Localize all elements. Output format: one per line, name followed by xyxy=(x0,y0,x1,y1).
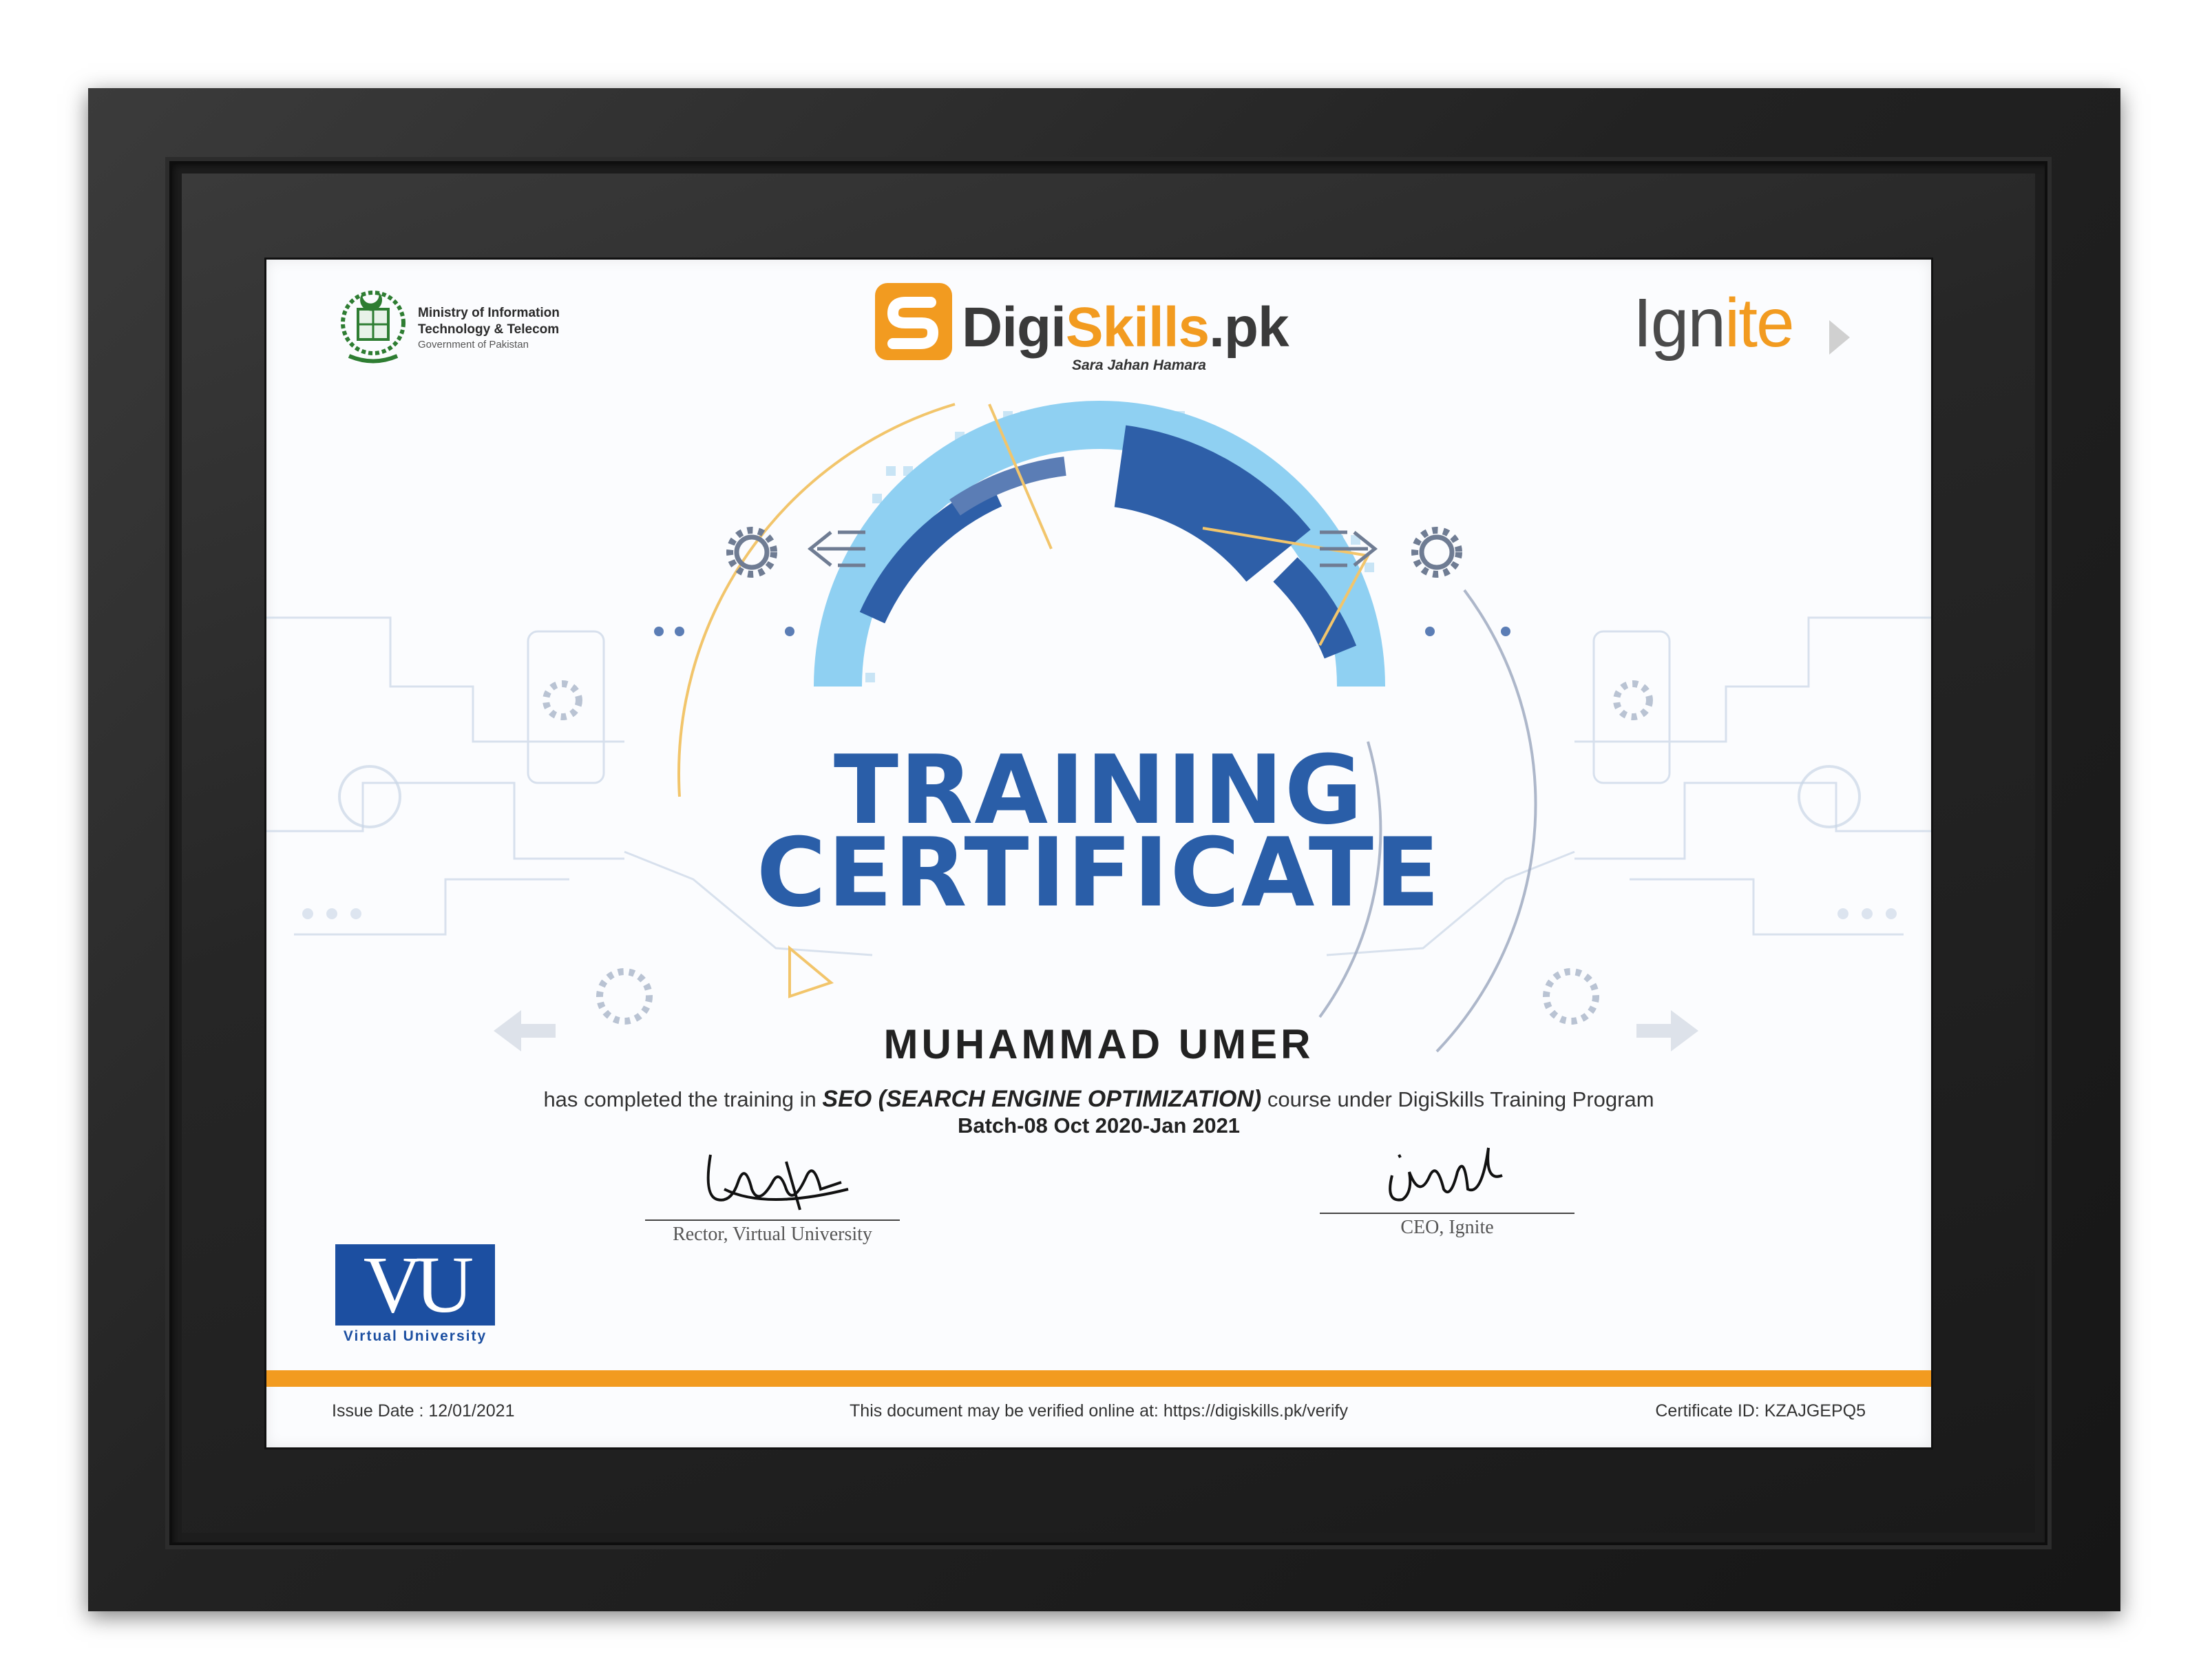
ceo-signature-block: CEO, Ignite xyxy=(1320,1134,1574,1239)
course-name: SEO (SEARCH ENGINE OPTIMIZATION) xyxy=(822,1086,1262,1112)
rector-signature-line xyxy=(645,1219,900,1221)
ministry-line-2: Technology & Telecom xyxy=(418,322,560,337)
ignite-wordmark: Ignite xyxy=(1633,284,1795,363)
rector-signature-block: Rector, Virtual University xyxy=(645,1141,900,1246)
virtual-university-logo: VU Virtual University xyxy=(335,1244,501,1354)
batch-info: Batch-08 Oct 2020-Jan 2021 xyxy=(957,1113,1241,1138)
ceo-label: CEO, Ignite xyxy=(1400,1217,1494,1238)
digiskills-logo: DigiSkills.pk Sara Jahan Hamara xyxy=(872,280,1368,377)
ministry-line-1: Ministry of Information xyxy=(418,306,560,320)
ministry-logo: Ministry of Information Technology & Tel… xyxy=(335,280,611,370)
certificate-id: Certificate ID: KZAJGEPQ5 xyxy=(1655,1401,1866,1421)
completion-suffix: course under DigiSkills Training Program xyxy=(1261,1087,1654,1111)
recipient-name: MUHAMMAD UMER xyxy=(883,1021,1314,1067)
completion-statement: has completed the training in SEO (SEARC… xyxy=(266,1086,1931,1113)
rector-label: Rector, Virtual University xyxy=(673,1224,872,1245)
certificate-title-line-2: CERTIFICATE xyxy=(756,817,1442,928)
ceo-signature xyxy=(1389,1147,1503,1202)
ministry-line-3: Government of Pakistan xyxy=(418,339,529,350)
ceo-signature-line xyxy=(1320,1213,1574,1214)
digiskills-word-main: Digi xyxy=(962,296,1066,359)
vu-logo-caption: Virtual University xyxy=(343,1328,487,1344)
footer-accent-bar xyxy=(266,1370,1931,1387)
digiskills-wordmark: DigiSkills.pk xyxy=(962,295,1289,360)
digiskills-tagline: Sara Jahan Hamara xyxy=(1072,357,1206,373)
ministry-text: Ministry of Information Technology & Tel… xyxy=(418,305,560,352)
completion-prefix: has completed the training in xyxy=(543,1087,823,1111)
certificate-paper: Ministry of Information Technology & Tel… xyxy=(266,260,1931,1447)
ignite-logo: Ignite xyxy=(1633,284,1867,373)
digiskills-s-icon xyxy=(875,283,952,360)
ignite-word-main: Ign xyxy=(1633,284,1726,362)
digiskills-word-suffix: .pk xyxy=(1209,296,1289,359)
ignite-arrow-icon xyxy=(1829,320,1850,355)
rector-signature xyxy=(706,1154,849,1211)
ignite-word-accent: ite xyxy=(1725,284,1795,362)
vu-logo-letters: VU xyxy=(363,1239,474,1330)
pakistan-emblem-icon xyxy=(341,291,405,364)
digiskills-word-accent: Skills xyxy=(1065,296,1210,359)
